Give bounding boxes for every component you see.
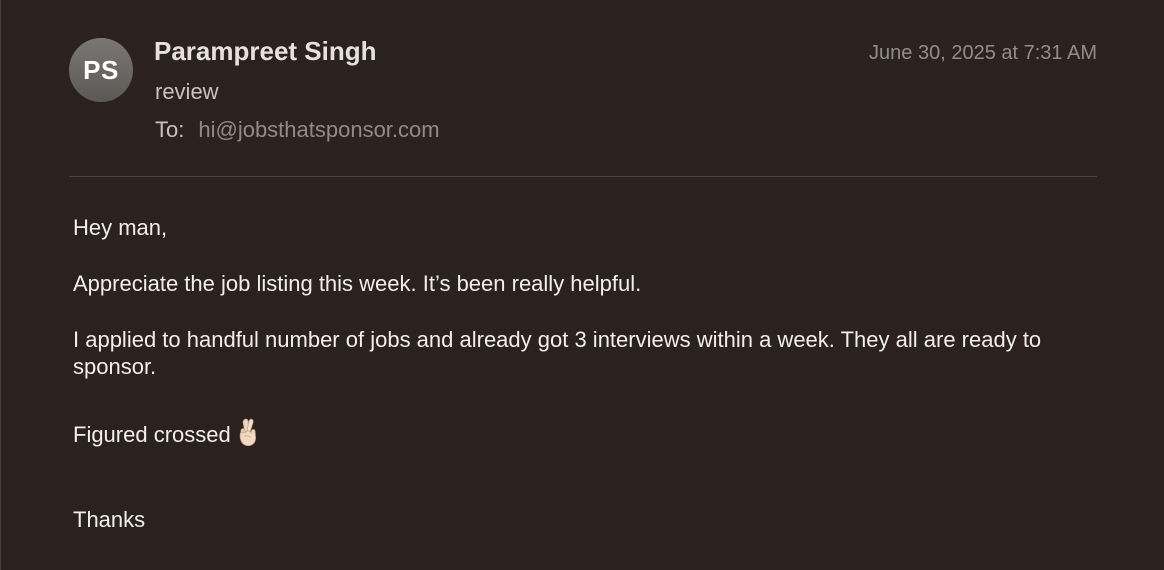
greeting-text: Hey man, <box>73 215 168 240</box>
body-paragraph-text: Figured crossed <box>73 422 231 447</box>
sender-name[interactable]: Parampreet Singh <box>154 36 377 67</box>
header-divider <box>69 176 1097 177</box>
body-paragraph: Appreciate the job listing this week. It… <box>73 271 642 296</box>
email-subject: review <box>155 79 219 104</box>
avatar: PS <box>69 38 133 102</box>
body-paragraph: Figured crossed <box>73 417 261 453</box>
message-date: June 30, 2025 at 7:31 AM <box>869 42 1097 64</box>
signoff-text: Thanks <box>73 507 146 532</box>
recipient-row: To: hi@jobsthatsponsor.com <box>155 117 440 143</box>
body-paragraph: I applied to handful number of jobs and … <box>73 327 1042 379</box>
avatar-initials: PS <box>83 54 119 85</box>
crossed-fingers-icon <box>235 417 261 453</box>
email-message-view: PS Parampreet Singh review To: hi@jobstha… <box>0 0 1164 570</box>
window-edge <box>0 0 1 570</box>
to-label: To: <box>155 117 185 142</box>
recipient-address[interactable]: hi@jobsthatsponsor.com <box>198 117 439 142</box>
